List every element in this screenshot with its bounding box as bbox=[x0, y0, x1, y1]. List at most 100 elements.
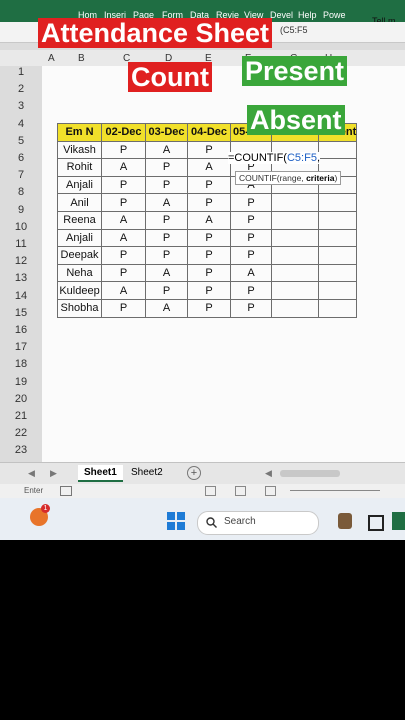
attendance-cell[interactable]: P bbox=[101, 140, 146, 160]
employee-name-cell[interactable]: Deepak bbox=[57, 246, 102, 265]
attendance-cell[interactable]: A bbox=[230, 263, 272, 283]
row-header[interactable]: 8 bbox=[0, 186, 42, 198]
row-header[interactable]: 22 bbox=[0, 427, 42, 439]
attendance-cell[interactable]: P bbox=[230, 210, 272, 230]
row-header[interactable]: 2 bbox=[0, 83, 42, 95]
employee-name-cell[interactable]: Kuldeep bbox=[57, 281, 102, 300]
row-header[interactable]: 14 bbox=[0, 290, 42, 302]
row-header[interactable]: 4 bbox=[0, 118, 42, 130]
column-title[interactable]: 04-Dec bbox=[187, 123, 231, 142]
attendance-cell[interactable]: A bbox=[101, 158, 146, 177]
attendance-cell[interactable]: P bbox=[187, 263, 231, 283]
row-header[interactable]: 17 bbox=[0, 341, 42, 353]
row-header[interactable]: 16 bbox=[0, 324, 42, 336]
employee-name-cell[interactable]: Anjali bbox=[57, 175, 102, 195]
ribbon-tab-8[interactable]: Help bbox=[298, 10, 317, 20]
hscroll-left-icon[interactable]: ◀ bbox=[265, 468, 272, 479]
attendance-cell[interactable]: P bbox=[101, 263, 146, 283]
employee-name-cell[interactable]: Rohit bbox=[57, 158, 102, 177]
normal-view-icon[interactable] bbox=[205, 486, 216, 496]
attendance-cell[interactable]: A bbox=[187, 210, 231, 230]
row-header[interactable]: 5 bbox=[0, 135, 42, 147]
attendance-cell[interactable] bbox=[271, 210, 319, 230]
row-header[interactable]: 9 bbox=[0, 204, 42, 216]
row-header[interactable]: 18 bbox=[0, 358, 42, 370]
attendance-cell[interactable] bbox=[271, 246, 319, 265]
row-header[interactable]: 1 bbox=[0, 66, 42, 78]
attendance-cell[interactable]: P bbox=[187, 246, 231, 265]
tab-sheet1[interactable]: Sheet1 bbox=[78, 465, 123, 482]
ribbon-tab-7[interactable]: Devel bbox=[270, 10, 293, 20]
ribbon-tab-9[interactable]: Powe bbox=[323, 10, 346, 20]
employee-name-cell[interactable]: Vikash bbox=[57, 140, 102, 160]
employee-name-cell[interactable]: Shobha bbox=[57, 298, 102, 318]
attendance-cell[interactable]: A bbox=[101, 228, 146, 248]
row-header[interactable]: 11 bbox=[0, 238, 42, 250]
attendance-cell[interactable]: A bbox=[145, 263, 188, 283]
attendance-cell[interactable]: P bbox=[145, 246, 188, 265]
attendance-cell[interactable]: P bbox=[187, 193, 231, 212]
attendance-cell[interactable]: P bbox=[187, 140, 231, 160]
taskbar-search[interactable]: Search bbox=[197, 511, 319, 535]
scroll-left-icon[interactable]: ◀ bbox=[28, 468, 35, 479]
attendance-cell[interactable]: P bbox=[187, 228, 231, 248]
attendance-cell[interactable] bbox=[271, 281, 319, 300]
windows-start-icon[interactable] bbox=[167, 512, 185, 530]
employee-name-cell[interactable]: Neha bbox=[57, 263, 102, 283]
horizontal-scrollbar[interactable] bbox=[280, 470, 340, 477]
column-header[interactable]: A bbox=[48, 53, 55, 64]
attendance-cell[interactable]: A bbox=[145, 298, 188, 318]
row-header[interactable]: 6 bbox=[0, 152, 42, 164]
active-cell-formula[interactable]: =COUNTIF(C5:F5, bbox=[228, 152, 321, 164]
attendance-cell[interactable]: A bbox=[187, 158, 231, 177]
row-header[interactable]: 23 bbox=[0, 444, 42, 456]
attendance-cell[interactable]: P bbox=[145, 210, 188, 230]
column-header[interactable]: B bbox=[78, 53, 85, 64]
attendance-cell[interactable] bbox=[271, 263, 319, 283]
zoom-slider[interactable] bbox=[290, 490, 380, 491]
attendance-cell[interactable]: P bbox=[230, 246, 272, 265]
attendance-cell[interactable] bbox=[317, 140, 358, 160]
row-header[interactable]: 10 bbox=[0, 221, 42, 233]
row-header[interactable]: 20 bbox=[0, 393, 42, 405]
attendance-cell[interactable]: A bbox=[145, 140, 188, 160]
attendance-cell[interactable]: P bbox=[230, 298, 272, 318]
app-icon-1[interactable] bbox=[338, 513, 352, 529]
page-layout-icon[interactable] bbox=[235, 486, 246, 496]
tab-sheet2[interactable]: Sheet2 bbox=[125, 465, 169, 480]
attendance-cell[interactable] bbox=[317, 298, 358, 318]
attendance-cell[interactable] bbox=[317, 193, 358, 212]
row-header[interactable]: 19 bbox=[0, 376, 42, 388]
attendance-cell[interactable] bbox=[317, 263, 358, 283]
column-title[interactable]: Em N bbox=[57, 123, 102, 142]
attendance-cell[interactable] bbox=[271, 298, 319, 318]
row-header[interactable]: 13 bbox=[0, 272, 42, 284]
attendance-cell[interactable]: P bbox=[230, 193, 272, 212]
attendance-cell[interactable]: P bbox=[230, 228, 272, 248]
row-header[interactable]: 3 bbox=[0, 100, 42, 112]
row-header[interactable]: 15 bbox=[0, 307, 42, 319]
row-header[interactable]: 21 bbox=[0, 410, 42, 422]
row-header[interactable]: 12 bbox=[0, 255, 42, 267]
attendance-cell[interactable]: P bbox=[230, 281, 272, 300]
attendance-cell[interactable]: P bbox=[187, 281, 231, 300]
attendance-cell[interactable] bbox=[317, 228, 358, 248]
column-title[interactable]: 02-Dec bbox=[101, 123, 146, 142]
attendance-cell[interactable] bbox=[271, 228, 319, 248]
attendance-cell[interactable]: A bbox=[101, 281, 146, 300]
attendance-cell[interactable]: P bbox=[187, 175, 231, 195]
attendance-cell[interactable]: P bbox=[145, 158, 188, 177]
excel-taskbar-icon[interactable] bbox=[392, 512, 405, 530]
attendance-cell[interactable] bbox=[317, 281, 358, 300]
attendance-cell[interactable]: P bbox=[101, 298, 146, 318]
attendance-cell[interactable]: A bbox=[145, 193, 188, 212]
row-header[interactable]: 7 bbox=[0, 169, 42, 181]
employee-name-cell[interactable]: Reena bbox=[57, 210, 102, 230]
attendance-cell[interactable]: P bbox=[145, 228, 188, 248]
attendance-cell[interactable] bbox=[317, 210, 358, 230]
employee-name-cell[interactable]: Anjali bbox=[57, 228, 102, 248]
attendance-cell[interactable]: P bbox=[101, 246, 146, 265]
attendance-cell[interactable]: P bbox=[145, 281, 188, 300]
attendance-cell[interactable]: P bbox=[187, 298, 231, 318]
attendance-cell[interactable] bbox=[317, 246, 358, 265]
